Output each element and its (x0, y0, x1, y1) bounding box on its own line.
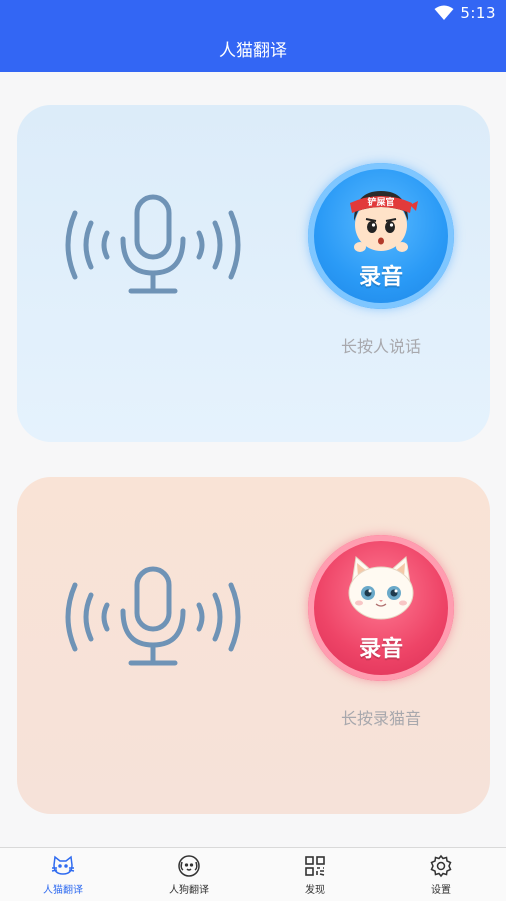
microphone-icon (65, 194, 241, 294)
tab-label: 人猫翻译 (43, 885, 83, 896)
page-title: 人猫翻译 (219, 41, 287, 61)
record-label: 录音 (358, 265, 403, 290)
tab-label: 人狗翻译 (169, 885, 209, 896)
cat-icon (51, 855, 75, 875)
record-label: 录音 (358, 637, 403, 662)
app-header: 5:13 人猫翻译 (0, 0, 506, 72)
headband-text: 铲屎官 (367, 196, 394, 208)
dog-icon (178, 855, 200, 877)
bottom-tab-bar: 人猫翻译 人狗翻译 发现 设置 (0, 847, 506, 901)
human-voice-card: 铲屎官 录音 长按人说话 (17, 105, 490, 442)
gear-icon (430, 854, 452, 878)
wifi-icon (434, 5, 454, 20)
qr-icon (305, 856, 325, 876)
tab-settings[interactable]: 设置 (378, 848, 504, 901)
tab-label: 设置 (431, 885, 451, 896)
human-hint-text: 长按人说话 (340, 337, 421, 356)
tab-label: 发现 (305, 885, 325, 896)
cat-hint-text: 长按录猫音 (340, 709, 421, 728)
cat-voice-card: 录音 长按录猫音 (17, 477, 490, 814)
tab-discover[interactable]: 发现 (252, 848, 378, 901)
record-human-button[interactable]: 铲屎官 录音 (308, 163, 454, 309)
tab-human-dog[interactable]: 人狗翻译 (126, 848, 252, 901)
record-cat-button[interactable]: 录音 (308, 535, 454, 681)
boy-avatar-icon: 铲屎官 (350, 191, 418, 252)
status-time: 5:13 (460, 4, 496, 22)
tab-human-cat[interactable]: 人猫翻译 (0, 848, 126, 901)
microphone-icon (65, 566, 241, 666)
cat-avatar-icon (348, 556, 414, 620)
